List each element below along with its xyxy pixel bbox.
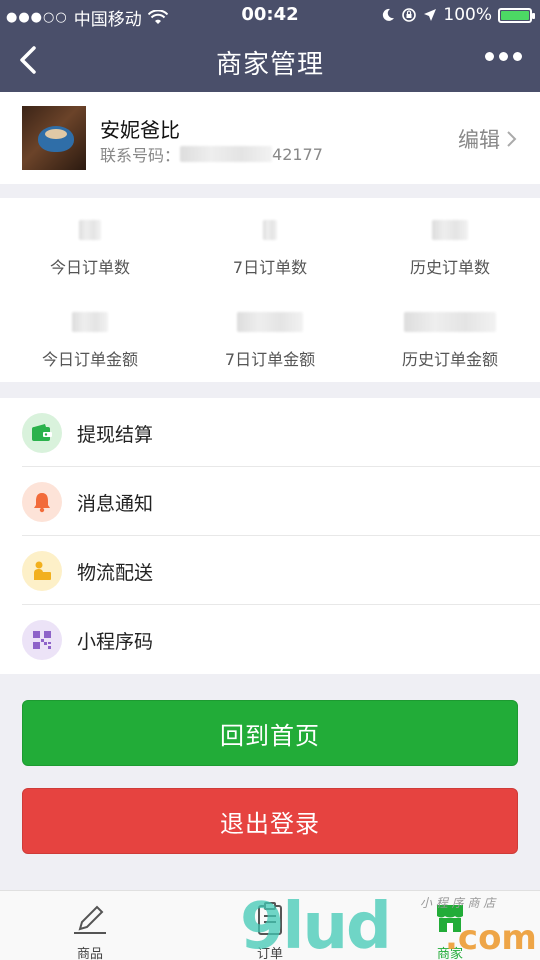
stat-today-amount: 今日订单金额 (0, 312, 180, 370)
stat-today-orders: 今日订单数 (0, 220, 180, 278)
order-stats: 今日订单数 7日订单数 历史订单数 今日订单金额 7日订单金额 历史订单金额 (0, 198, 540, 382)
stat-value-redacted (72, 312, 108, 332)
delivery-icon (22, 551, 62, 591)
tab-label: 商品 (76, 947, 103, 960)
wallet-icon (22, 413, 62, 453)
coffee-cup-image (38, 126, 74, 152)
phone-label: 联系号码： (100, 146, 181, 165)
menu-list: 提现结算 消息通知 物流配送 小程序码 (0, 398, 540, 674)
stat-label: 今日订单金额 (41, 350, 138, 369)
clipboard-icon (258, 902, 282, 935)
phone-redacted (180, 146, 273, 162)
stat-value-redacted (79, 220, 101, 240)
battery-icon (498, 7, 535, 23)
battery-percent: 100% (443, 5, 492, 25)
status-right: 100% (381, 5, 535, 25)
more-menu-icon[interactable] (485, 52, 522, 61)
tab-bar: 商品 订单 商家 (0, 890, 540, 960)
stat-label: 7日订单金额 (224, 350, 316, 369)
stat-value-redacted (432, 220, 468, 240)
stat-history-amount: 历史订单金额 (360, 312, 540, 370)
qrcode-icon (22, 620, 62, 660)
tab-label: 商家 (436, 947, 463, 960)
battery-fill (501, 10, 529, 20)
logout-button[interactable]: 退出登录 (22, 788, 518, 854)
stat-history-orders: 历史订单数 (360, 220, 540, 278)
status-bar: ●●●○○ 中国移动 00:42 100% (0, 0, 540, 30)
tab-label: 订单 (256, 947, 283, 960)
avatar (22, 106, 86, 170)
menu-item-withdraw[interactable]: 提现结算 (0, 398, 540, 467)
tab-products[interactable]: 商品 (0, 891, 180, 960)
store-icon (437, 905, 463, 932)
tab-merchant[interactable]: 商家 (360, 891, 540, 960)
stat-value-redacted (263, 220, 277, 240)
back-to-home-button[interactable]: 回到首页 (22, 700, 518, 766)
menu-label: 消息通知 (77, 493, 154, 515)
menu-item-qrcode[interactable]: 小程序码 (0, 605, 540, 674)
stat-label: 历史订单金额 (401, 350, 498, 369)
menu-item-logistics[interactable]: 物流配送 (0, 536, 540, 605)
page-title: 商家管理 (215, 50, 324, 80)
rotation-lock-icon (402, 8, 417, 22)
menu-label: 物流配送 (77, 562, 154, 584)
moon-icon (383, 8, 395, 21)
pencil-icon (74, 905, 106, 934)
chevron-right-icon (507, 131, 517, 147)
location-icon (424, 9, 437, 21)
menu-label: 提现结算 (77, 424, 154, 446)
stat-7day-amount: 7日订单金额 (180, 312, 360, 370)
phone-suffix: 42177 (272, 144, 323, 164)
nav-bar: 商家管理 (0, 30, 540, 92)
merchant-profile[interactable]: 安妮爸比 联系号码： 42177 编辑 (0, 92, 540, 184)
contact-phone: 联系号码： 42177 (100, 142, 323, 166)
stat-7day-orders: 7日订单数 (180, 220, 360, 278)
shop-name: 安妮爸比 (100, 118, 180, 142)
stat-label: 今日订单数 (49, 258, 130, 277)
stat-value-redacted (404, 312, 496, 332)
stat-label: 历史订单数 (409, 258, 490, 277)
stat-label: 7日订单数 (232, 258, 308, 277)
menu-item-notifications[interactable]: 消息通知 (0, 467, 540, 536)
stat-value-redacted (237, 312, 303, 332)
edit-button[interactable]: 编辑 (458, 124, 518, 154)
menu-label: 小程序码 (77, 631, 154, 653)
bell-icon (22, 482, 62, 522)
edit-label: 编辑 (458, 128, 500, 152)
tab-orders[interactable]: 订单 (180, 891, 360, 960)
